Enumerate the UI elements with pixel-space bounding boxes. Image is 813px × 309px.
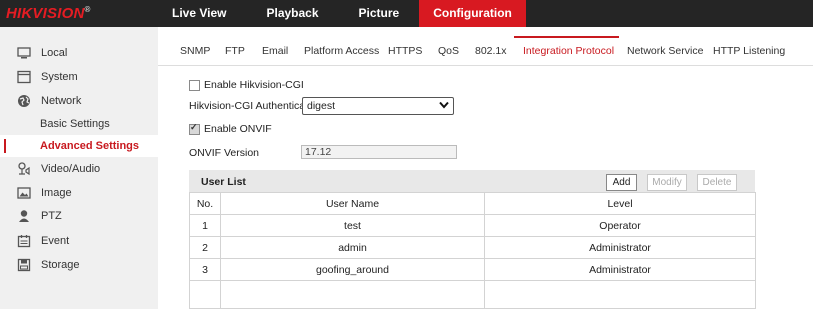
tab-integration-protocol[interactable]: Integration Protocol (523, 45, 614, 57)
ptz-icon (19, 210, 29, 222)
tab-network-service[interactable]: Network Service (627, 45, 703, 57)
sidebar-item-label: Video/Audio (41, 163, 101, 175)
modify-user-button[interactable]: Modify (647, 174, 687, 191)
sidebar-item-label: Network (41, 95, 82, 107)
sidebar-item-basic-settings[interactable]: Basic Settings (0, 113, 158, 135)
sidebar-item-network[interactable]: Network (0, 90, 158, 112)
cgi-auth-label: Hikvision-CGI Authenticat... (189, 100, 317, 112)
empty-cell (484, 280, 756, 309)
column-header-user-name: User Name (220, 192, 485, 215)
onvif-version-label: ONVIF Version (189, 147, 260, 159)
table-empty-row (189, 280, 756, 309)
enable-hikvision-cgi-label: Enable Hikvision-CGI (204, 79, 304, 91)
sidebar-item-label: PTZ (41, 210, 62, 222)
cell-no: 1 (189, 214, 221, 237)
table-row[interactable]: 1 test Operator (189, 214, 756, 237)
sidebar-item-advanced-settings[interactable]: Advanced Settings (0, 135, 158, 157)
tab-snmp[interactable]: SNMP (180, 45, 210, 57)
table-row[interactable]: 2 admin Administrator (189, 236, 756, 259)
empty-cell (220, 280, 485, 309)
cell-level: Administrator (484, 258, 756, 281)
onvif-version-field: 17.12 (301, 145, 457, 159)
sidebar-item-label: Advanced Settings (40, 140, 140, 152)
sidebar-item-label: Storage (41, 259, 80, 271)
enable-onvif-checkbox[interactable] (189, 122, 200, 135)
enable-onvif-label: Enable ONVIF (204, 123, 272, 135)
cell-level: Operator (484, 214, 756, 237)
top-bar: HIKVISION® Live View Playback Picture Co… (0, 0, 813, 27)
cell-no: 3 (189, 258, 221, 281)
column-header-no: No. (189, 192, 221, 215)
image-icon (17, 187, 31, 199)
cell-level: Administrator (484, 236, 756, 259)
storage-icon (17, 258, 31, 272)
nav-picture[interactable]: Picture (339, 0, 420, 27)
hikvision-logo: HIKVISION® (6, 5, 91, 22)
nav-live-view[interactable]: Live View (152, 0, 246, 27)
sidebar-item-label: Image (41, 187, 72, 199)
tab-ftp[interactable]: FTP (225, 45, 245, 57)
user-list-title: User List (201, 176, 246, 188)
cell-user-name: test (220, 214, 485, 237)
table-header-row: No. User Name Level (189, 192, 756, 215)
top-nav: Live View Playback Picture Configuration (152, 0, 526, 27)
empty-cell (189, 280, 221, 309)
sidebar-item-system[interactable]: System (0, 66, 158, 88)
column-header-level: Level (484, 192, 756, 215)
tab-qos[interactable]: QoS (438, 45, 459, 57)
nav-playback[interactable]: Playback (246, 0, 338, 27)
cell-no: 2 (189, 236, 221, 259)
video-audio-icon (18, 162, 30, 176)
tab-email[interactable]: Email (262, 45, 288, 57)
sidebar-item-local[interactable]: Local (0, 42, 158, 64)
sidebar-item-video-audio[interactable]: Video/Audio (0, 158, 158, 180)
tab-http-listening[interactable]: HTTP Listening (713, 45, 785, 57)
chevron-down-icon (439, 101, 449, 109)
tab-8021x[interactable]: 802.1x (475, 45, 507, 57)
cgi-auth-select[interactable]: digest (302, 97, 454, 115)
sidebar-item-label: System (41, 71, 78, 83)
add-user-button[interactable]: Add (606, 174, 637, 191)
cell-user-name: goofing_around (220, 258, 485, 281)
sidebar: Local System Network Basic Settings Adva… (0, 27, 158, 309)
table-row[interactable]: 3 goofing_around Administrator (189, 258, 756, 281)
sidebar-item-storage[interactable]: Storage (0, 254, 158, 276)
cell-user-name: admin (220, 236, 485, 259)
sidebar-item-label: Local (41, 47, 68, 59)
sidebar-item-label: Event (41, 235, 70, 247)
tab-platform-access[interactable]: Platform Access (304, 45, 379, 57)
nav-configuration[interactable]: Configuration (419, 0, 526, 27)
monitor-icon (17, 47, 31, 59)
config-tabs: SNMP FTP Email Platform Access HTTPS QoS… (158, 27, 813, 66)
enable-hikvision-cgi-checkbox[interactable] (189, 80, 200, 91)
user-list-table: No. User Name Level 1 test Operator 2 ad… (189, 192, 756, 309)
sidebar-item-ptz[interactable]: PTZ (0, 205, 158, 227)
tab-https[interactable]: HTTPS (388, 45, 422, 57)
active-tab-indicator (514, 36, 619, 38)
sidebar-item-image[interactable]: Image (0, 182, 158, 204)
cgi-auth-value: digest (307, 100, 336, 112)
sidebar-item-event[interactable]: Event (0, 230, 158, 252)
system-icon (17, 70, 31, 84)
sidebar-item-label: Basic Settings (40, 118, 110, 130)
event-icon (17, 235, 31, 248)
delete-user-button[interactable]: Delete (697, 174, 737, 191)
user-list-header: User List Add Modify Delete (189, 170, 755, 192)
globe-icon (18, 95, 30, 107)
